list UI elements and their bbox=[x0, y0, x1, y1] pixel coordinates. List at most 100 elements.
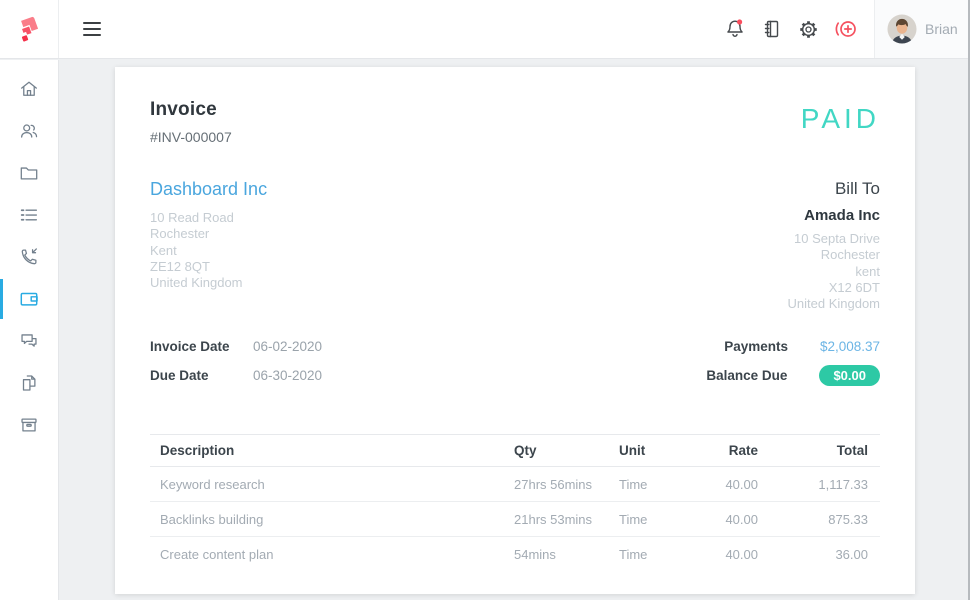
cell-unit: Time bbox=[609, 477, 714, 492]
cell-unit: Time bbox=[609, 547, 714, 562]
gear-icon bbox=[797, 18, 820, 41]
invoice-date-row: Invoice Date 06-02-2020 bbox=[150, 336, 322, 356]
cell-description: Keyword research bbox=[150, 477, 504, 492]
menu-icon[interactable] bbox=[77, 16, 107, 42]
table-header: Description Qty Unit Rate Total bbox=[150, 434, 880, 467]
cell-rate: 40.00 bbox=[714, 512, 764, 527]
company-address: 10 Read Road Rochester Kent ZE12 8QT Uni… bbox=[150, 210, 267, 291]
invoice-date-value: 06-02-2020 bbox=[253, 339, 322, 354]
sidebar-item-documents[interactable] bbox=[0, 362, 58, 404]
avatar bbox=[887, 14, 917, 44]
cell-description: Backlinks building bbox=[150, 512, 504, 527]
address-line: United Kingdom bbox=[788, 296, 881, 312]
cell-total: 36.00 bbox=[764, 547, 880, 562]
from-block: Dashboard Inc 10 Read Road Rochester Ken… bbox=[150, 179, 267, 312]
home-icon bbox=[18, 78, 40, 100]
timesheet-button[interactable] bbox=[753, 0, 790, 58]
address-line: 10 Septa Drive bbox=[788, 231, 881, 247]
bill-to-label: Bill To bbox=[788, 179, 881, 199]
meta-section: Invoice Date 06-02-2020 Due Date 06-30-2… bbox=[150, 336, 880, 394]
user-menu[interactable]: Brian bbox=[875, 0, 970, 58]
company-name-link[interactable]: Dashboard Inc bbox=[150, 179, 267, 200]
sidebar-item-archive[interactable] bbox=[0, 404, 58, 446]
chat-icon bbox=[18, 330, 40, 352]
sidebar bbox=[0, 60, 59, 600]
line-items-table: Description Qty Unit Rate Total Keyword … bbox=[150, 434, 880, 572]
balance-due-row: Balance Due $0.00 bbox=[706, 365, 880, 385]
invoice-card: Invoice #INV-000007 PAID Dashboard Inc 1… bbox=[115, 67, 915, 594]
address-line: Rochester bbox=[788, 247, 881, 263]
address-line: Kent bbox=[150, 243, 267, 259]
dates-block: Invoice Date 06-02-2020 Due Date 06-30-2… bbox=[150, 336, 322, 394]
invoice-number: #INV-000007 bbox=[150, 129, 232, 145]
address-line: Rochester bbox=[150, 226, 267, 242]
settings-button[interactable] bbox=[790, 0, 827, 58]
balance-due-pill: $0.00 bbox=[819, 365, 880, 386]
column-description: Description bbox=[150, 443, 504, 458]
customer-address: 10 Septa Drive Rochester kent X12 6DT Un… bbox=[788, 231, 881, 312]
address-line: X12 6DT bbox=[788, 280, 881, 296]
column-rate: Rate bbox=[714, 443, 764, 458]
sidebar-item-projects[interactable] bbox=[0, 152, 58, 194]
address-line: kent bbox=[788, 264, 881, 280]
invoice-date-label: Invoice Date bbox=[150, 339, 253, 354]
bell-icon bbox=[723, 17, 747, 41]
address-line: United Kingdom bbox=[150, 275, 267, 291]
bill-to-block: Bill To Amada Inc 10 Septa Drive Rochest… bbox=[788, 179, 881, 312]
address-line: 10 Read Road bbox=[150, 210, 267, 226]
main-content: Invoice #INV-000007 PAID Dashboard Inc 1… bbox=[60, 60, 970, 600]
brand-logo-icon bbox=[14, 14, 44, 44]
cell-qty: 27hrs 56mins bbox=[504, 477, 609, 492]
cell-total: 875.33 bbox=[764, 512, 880, 527]
cell-qty: 54mins bbox=[504, 547, 609, 562]
quick-add-icon bbox=[833, 17, 859, 41]
cell-rate: 40.00 bbox=[714, 477, 764, 492]
invoice-header: Invoice #INV-000007 PAID bbox=[150, 99, 880, 145]
notebook-icon bbox=[760, 17, 784, 41]
table-row: Create content plan 54mins Time 40.00 36… bbox=[150, 537, 880, 572]
due-date-label: Due Date bbox=[150, 368, 253, 383]
totals-block: Payments $2,008.37 Balance Due $0.00 bbox=[706, 336, 880, 394]
parties-section: Dashboard Inc 10 Read Road Rochester Ken… bbox=[150, 179, 880, 312]
notifications-button[interactable] bbox=[716, 0, 753, 58]
sidebar-item-invoices[interactable] bbox=[0, 278, 58, 320]
page-title: Invoice bbox=[150, 99, 232, 121]
pages-icon bbox=[18, 372, 40, 394]
sidebar-item-home[interactable] bbox=[0, 68, 58, 110]
payments-label: Payments bbox=[724, 339, 788, 354]
users-icon bbox=[18, 120, 40, 142]
topbar: Brian bbox=[0, 0, 970, 59]
sidebar-item-contacts[interactable] bbox=[0, 110, 58, 152]
quick-add-button[interactable] bbox=[827, 0, 864, 58]
status-badge: PAID bbox=[801, 103, 880, 135]
topbar-actions: Brian bbox=[716, 0, 970, 58]
user-name: Brian bbox=[925, 21, 958, 37]
notification-dot bbox=[737, 19, 742, 24]
payments-row: Payments $2,008.37 bbox=[706, 336, 880, 356]
archive-box-icon bbox=[18, 414, 40, 436]
due-date-row: Due Date 06-30-2020 bbox=[150, 365, 322, 385]
balance-due-label: Balance Due bbox=[706, 368, 787, 383]
cell-unit: Time bbox=[609, 512, 714, 527]
list-icon bbox=[18, 204, 40, 226]
address-line: ZE12 8QT bbox=[150, 259, 267, 275]
phone-incoming-icon bbox=[18, 246, 40, 268]
sidebar-item-messages[interactable] bbox=[0, 320, 58, 362]
sidebar-item-calls[interactable] bbox=[0, 236, 58, 278]
column-unit: Unit bbox=[609, 443, 714, 458]
table-row: Keyword research 27hrs 56mins Time 40.00… bbox=[150, 467, 880, 502]
column-qty: Qty bbox=[504, 443, 609, 458]
table-row: Backlinks building 21hrs 53mins Time 40.… bbox=[150, 502, 880, 537]
cell-qty: 21hrs 53mins bbox=[504, 512, 609, 527]
app-logo[interactable] bbox=[0, 0, 59, 58]
folder-icon bbox=[18, 162, 40, 184]
customer-name: Amada Inc bbox=[788, 207, 881, 224]
due-date-value: 06-30-2020 bbox=[253, 368, 322, 383]
column-total: Total bbox=[764, 443, 880, 458]
sidebar-item-tasks[interactable] bbox=[0, 194, 58, 236]
payments-amount-link[interactable]: $2,008.37 bbox=[808, 339, 880, 354]
cell-description: Create content plan bbox=[150, 547, 504, 562]
cell-total: 1,117.33 bbox=[764, 477, 880, 492]
cell-rate: 40.00 bbox=[714, 547, 764, 562]
wallet-icon bbox=[18, 288, 40, 310]
